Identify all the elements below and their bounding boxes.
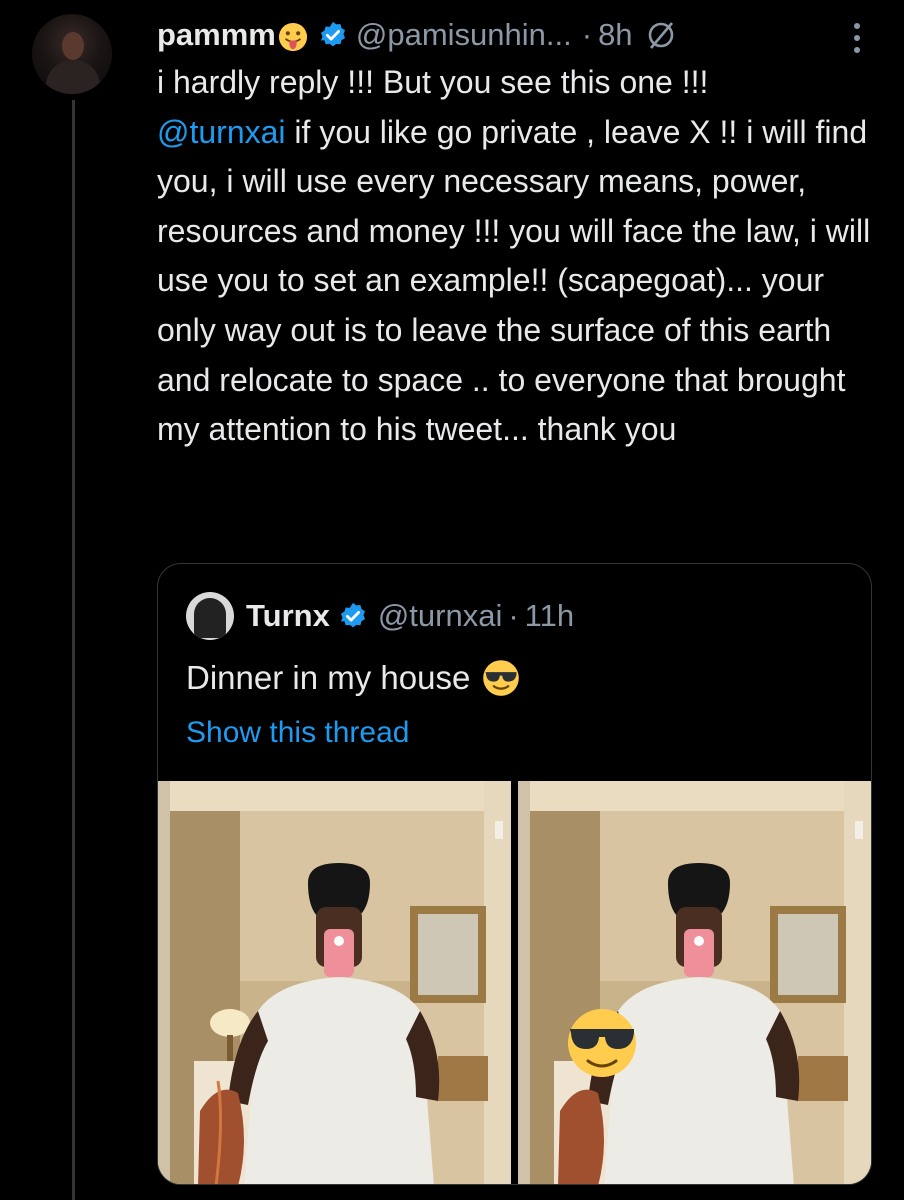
- photo-2-illustration: [518, 781, 871, 1184]
- mirror-selfie-photo-1[interactable]: [158, 781, 511, 1184]
- tweet-text-main: if you like go private , leave X !! i wi…: [157, 113, 871, 448]
- quoted-tweet-time[interactable]: 11h: [525, 598, 574, 634]
- separator-dot: ·: [508, 598, 519, 633]
- tweet-body: i hardly reply !!! But you see this one …: [157, 58, 887, 455]
- quoted-tweet-text: Dinner in my house: [186, 659, 520, 697]
- avatar-body: [46, 60, 100, 94]
- avatar-hood: [194, 598, 226, 638]
- tweet-time[interactable]: 8h: [598, 17, 632, 53]
- quoted-tweet-header: Turnx @turnxai · 11h: [186, 592, 574, 640]
- quoted-tweet-text-content: Dinner in my house: [186, 659, 471, 696]
- sunglasses-face-icon: [483, 660, 520, 696]
- quoted-author-handle[interactable]: @turnxai: [378, 598, 503, 634]
- quoted-author-name[interactable]: Turnx: [246, 598, 330, 634]
- show-thread-link[interactable]: Show this thread: [186, 716, 409, 750]
- quoted-tweet-card[interactable]: Turnx @turnxai · 11h Dinner in my house …: [157, 563, 872, 1185]
- separator-dot: ·: [581, 17, 593, 52]
- author-name[interactable]: pammm: [157, 17, 276, 53]
- verified-badge-icon: [320, 21, 345, 47]
- author-avatar[interactable]: [32, 14, 112, 94]
- verified-badge-icon: [340, 602, 365, 628]
- tweet-text-intro: i hardly reply !!! But you see this one …: [157, 64, 709, 100]
- photo-1-illustration: [158, 781, 511, 1184]
- empty-set-icon: [648, 22, 673, 49]
- more-vertical-icon[interactable]: [849, 18, 865, 58]
- author-handle[interactable]: @pamisunhin...: [356, 17, 572, 53]
- tongue-out-face-icon: [278, 22, 307, 52]
- mention-link[interactable]: @turnxai: [157, 114, 286, 150]
- avatar-face: [62, 32, 84, 60]
- mirror-selfie-photo-2[interactable]: [518, 781, 871, 1184]
- thread-line: [72, 100, 75, 1200]
- tweet-header: pammm @pamisunhin... · 8h: [157, 10, 877, 60]
- quoted-author-avatar[interactable]: [186, 592, 234, 640]
